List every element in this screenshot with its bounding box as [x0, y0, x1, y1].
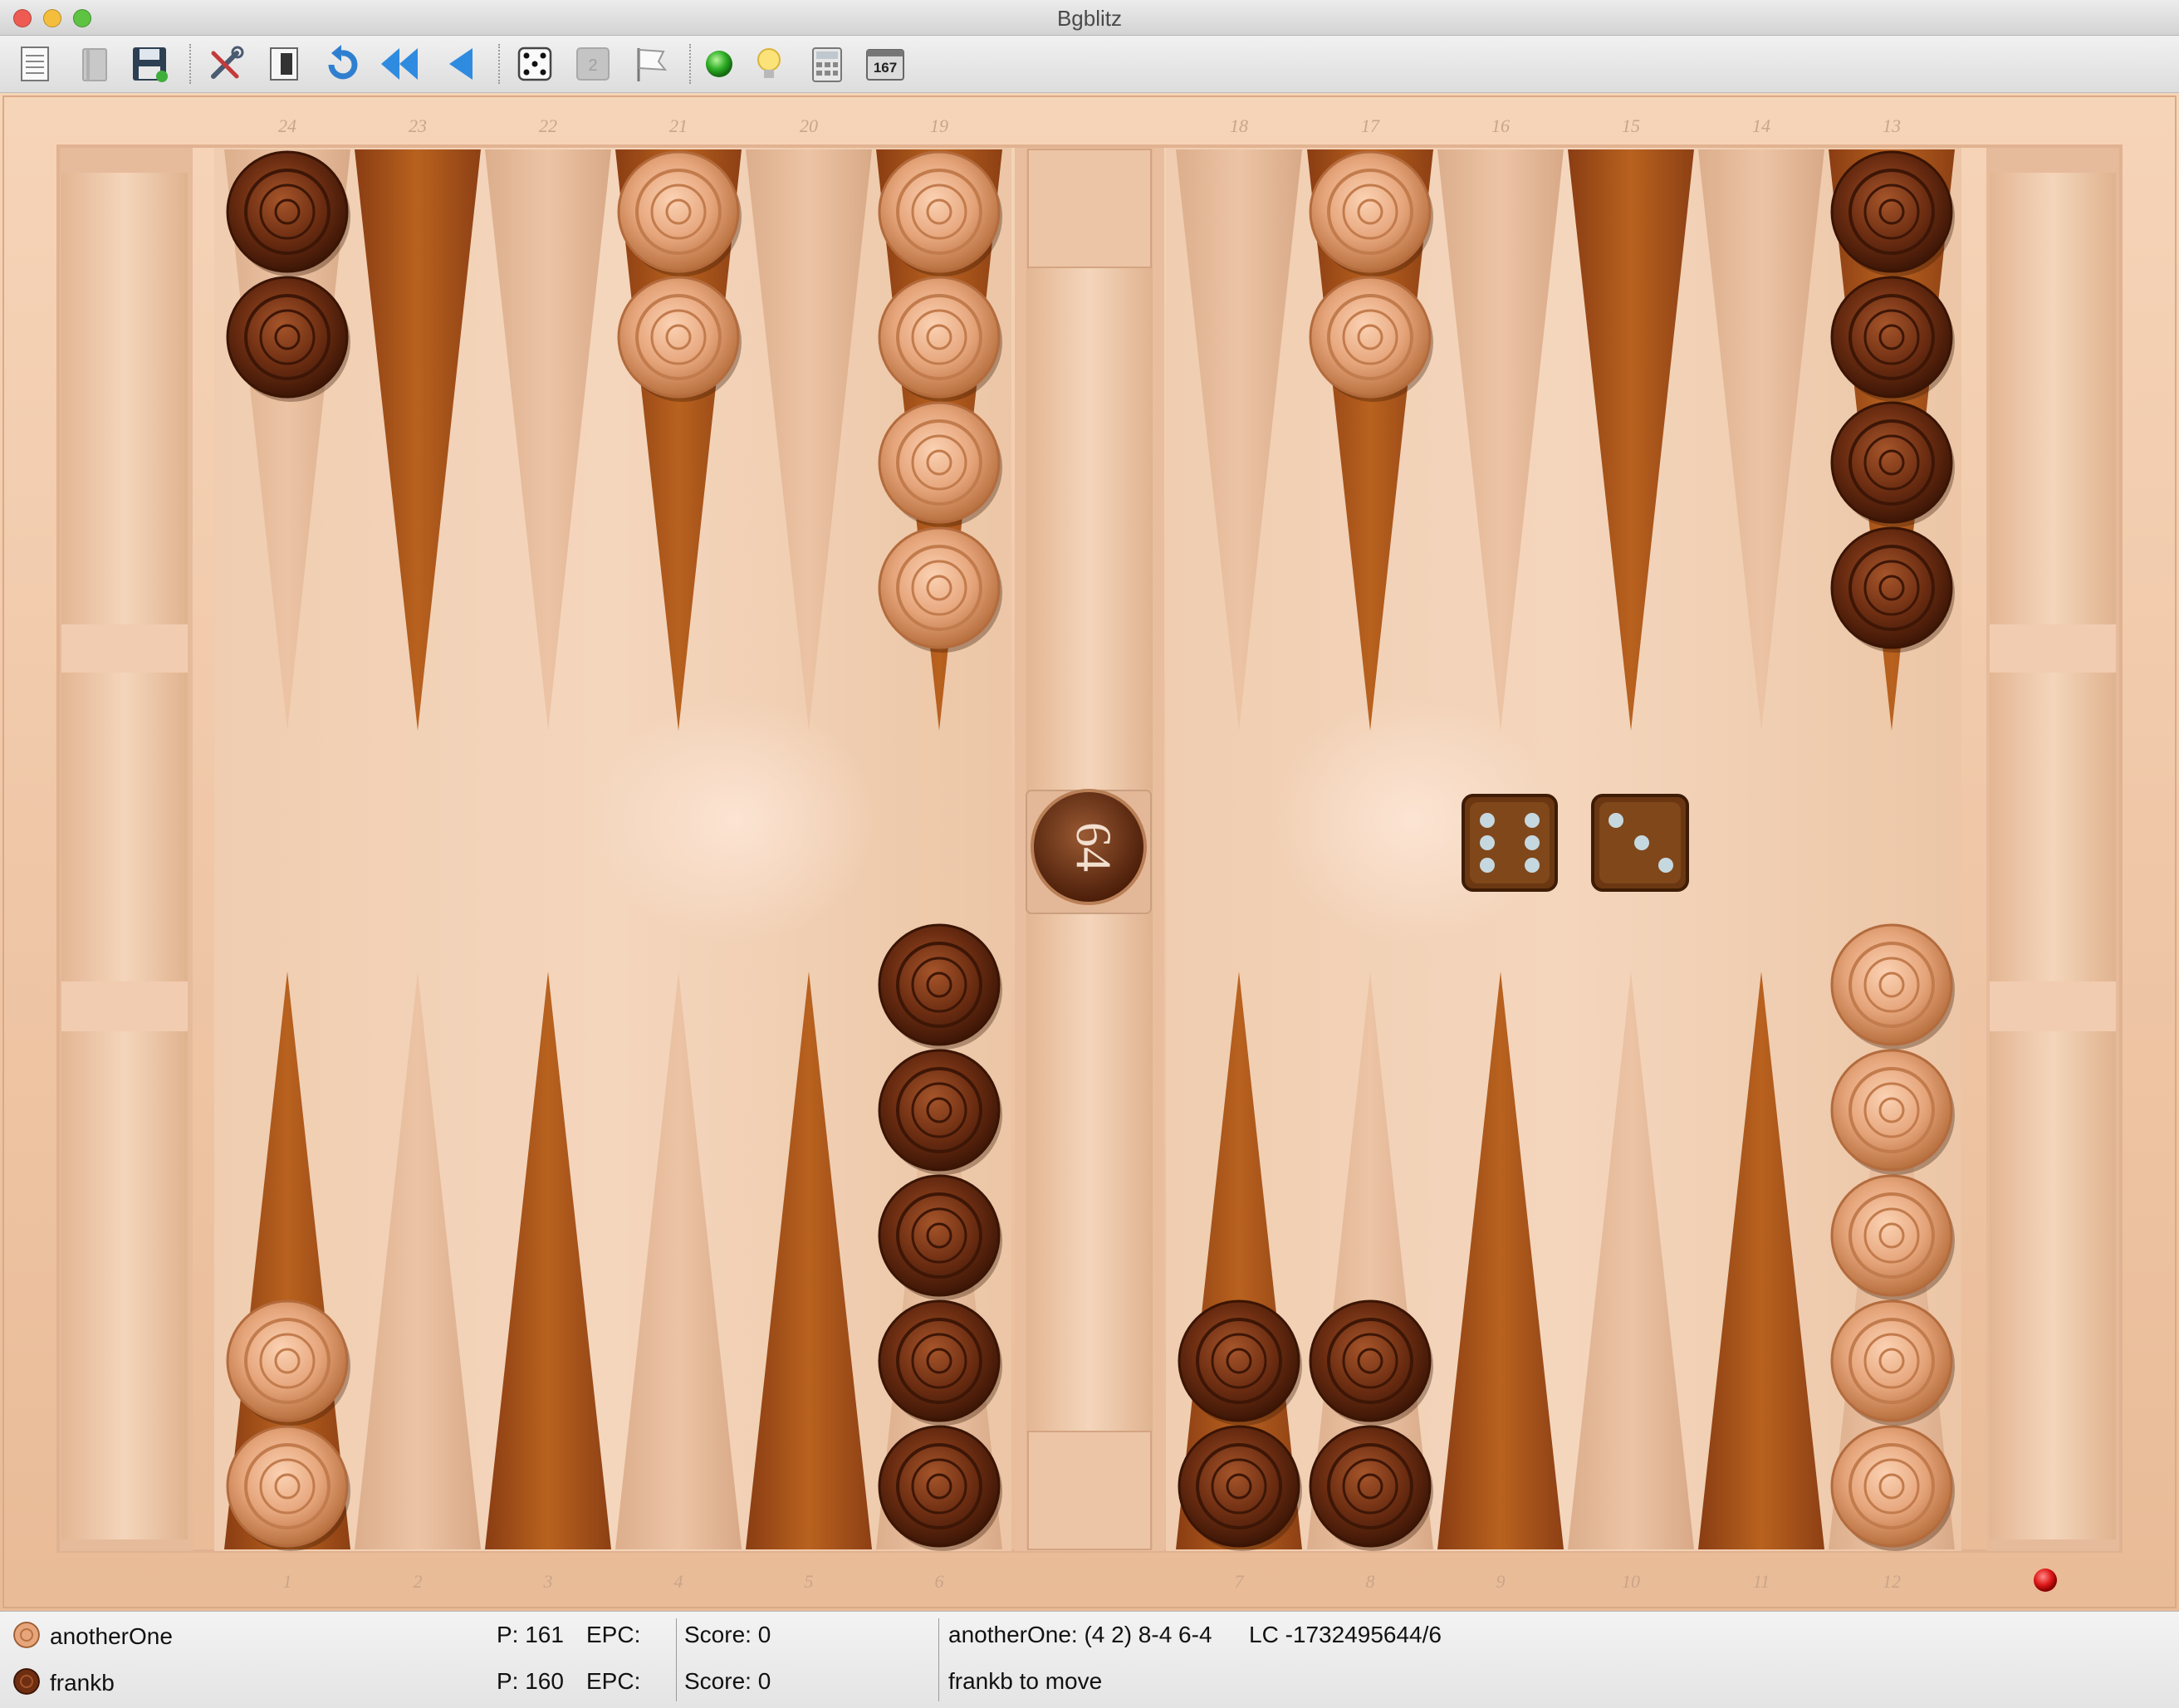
- dark-checker-icon: [13, 1668, 40, 1695]
- player1-epc: EPC:: [586, 1622, 641, 1647]
- roll-dice-button[interactable]: [513, 42, 556, 86]
- player1-score: Score: 0: [684, 1622, 771, 1647]
- title-bar: Bgblitz: [0, 0, 2179, 36]
- svg-text:167: 167: [874, 60, 897, 76]
- point-label-17: 17: [1361, 115, 1380, 136]
- point-label-4: 4: [674, 1571, 683, 1592]
- player2-name: frankb: [50, 1670, 115, 1696]
- player1-pips: P: 161: [497, 1622, 564, 1647]
- player1-name: anotherOne: [50, 1623, 173, 1649]
- svg-text:2: 2: [588, 56, 597, 75]
- rewind-button[interactable]: [377, 42, 420, 86]
- last-move-text: anotherOne: (4 2) 8-4 6-4: [948, 1622, 1212, 1647]
- back-icon: [449, 48, 473, 80]
- settings-button[interactable]: [204, 42, 247, 86]
- pip-count-icon: 167: [866, 49, 904, 81]
- hint-button[interactable]: [747, 42, 791, 86]
- backgammon-board: 24 23 22 21 20 19 18 17 16 15 14 13 1 2 3 4 5 6 7 8 9 10 11 12 …: [0, 93, 2179, 1611]
- point-label-16: 16: [1491, 115, 1510, 136]
- die-two[interactable]: [1591, 794, 1689, 892]
- analyze-icon: [270, 47, 298, 81]
- toolbar: 2 167: [0, 36, 2179, 93]
- doubling-cube[interactable]: 64: [1026, 789, 1152, 914]
- settings-tools-icon: [211, 46, 244, 79]
- point-label-14: 14: [1752, 115, 1770, 136]
- resign-flag-icon: [637, 48, 668, 81]
- point-label-18: 18: [1230, 115, 1248, 136]
- point-label-3: 3: [543, 1571, 553, 1592]
- status-bar: anotherOne frankb P: 161 EPC: P: 160 EPC…: [0, 1611, 2179, 1708]
- cube-value: 64: [1066, 822, 1121, 872]
- save-icon: [133, 47, 168, 82]
- hint-bulb-icon: [757, 48, 781, 78]
- point-label-15: 15: [1622, 115, 1640, 136]
- computer-move-button[interactable]: [698, 42, 741, 86]
- back-button[interactable]: [438, 42, 482, 86]
- calculator-icon: [812, 47, 842, 82]
- window-title: Bgblitz: [1056, 6, 1123, 31]
- player2-score: Score: 0: [684, 1668, 771, 1694]
- point-label-6: 6: [935, 1571, 944, 1592]
- open-button[interactable]: [73, 42, 116, 86]
- point-label-2: 2: [414, 1571, 423, 1592]
- undo-button[interactable]: [321, 42, 364, 86]
- player2-epc: EPC:: [586, 1668, 641, 1694]
- point-label-11: 11: [1753, 1571, 1770, 1592]
- lc-position-id: LC -1732495644/6: [1249, 1622, 1442, 1647]
- point-label-22: 22: [539, 115, 557, 136]
- point-label-1: 1: [283, 1571, 292, 1592]
- green-ball-icon: [706, 51, 732, 77]
- point-label-13: 13: [1883, 115, 1901, 136]
- light-checker-icon: [13, 1622, 40, 1648]
- resign-button[interactable]: [629, 42, 673, 86]
- point-label-5: 5: [805, 1571, 814, 1592]
- game-message: frankb to move: [948, 1668, 1103, 1694]
- new-document-icon: [21, 46, 49, 81]
- point-label-19: 19: [930, 115, 948, 136]
- point-label-21: 21: [669, 115, 688, 136]
- double-button[interactable]: 2: [571, 42, 615, 86]
- new-document-button[interactable]: [13, 42, 56, 86]
- point-label-24: 24: [278, 115, 296, 136]
- pip-count-button[interactable]: 167: [864, 42, 907, 86]
- left-bearoff-tray[interactable]: [60, 148, 193, 1551]
- point-label-20: 20: [800, 115, 818, 136]
- calculator-button[interactable]: [805, 42, 849, 86]
- point-label-23: 23: [409, 115, 427, 136]
- player2-pips: P: 160: [497, 1668, 564, 1694]
- double-cube-icon: 2: [576, 47, 610, 81]
- rewind-icon: [381, 48, 418, 80]
- point-label-7: 7: [1235, 1571, 1245, 1592]
- die-six[interactable]: [1462, 794, 1558, 892]
- point-label-8: 8: [1366, 1571, 1375, 1592]
- turn-indicator-light: [2034, 1569, 2057, 1592]
- roll-dice-icon: [517, 46, 552, 81]
- point-label-9: 9: [1496, 1571, 1506, 1592]
- open-book-icon: [82, 48, 107, 81]
- right-bearoff-tray[interactable]: [1986, 148, 2119, 1551]
- save-button[interactable]: [128, 42, 171, 86]
- point-label-10: 10: [1622, 1571, 1640, 1592]
- undo-icon: [328, 45, 358, 80]
- analyze-button[interactable]: [262, 42, 306, 86]
- point-label-12: 12: [1883, 1571, 1901, 1592]
